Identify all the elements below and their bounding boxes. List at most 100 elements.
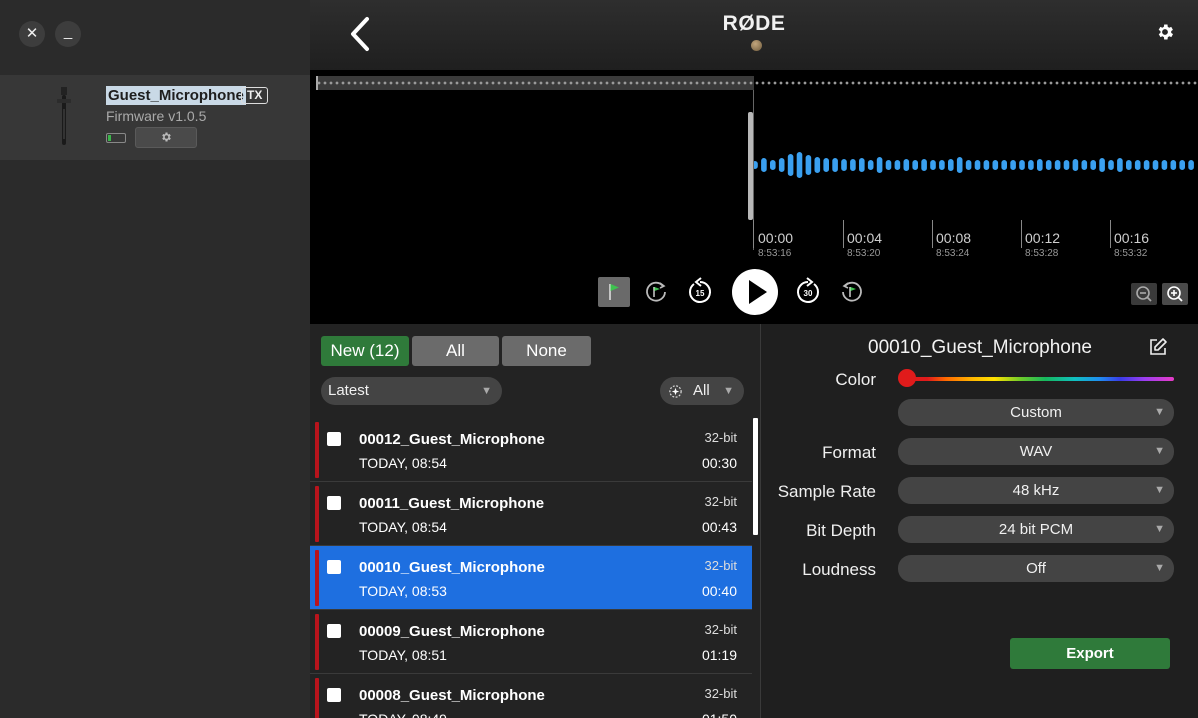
zoom-out-button[interactable] (1131, 283, 1157, 305)
waveform-bar (1081, 160, 1088, 170)
tick-time: 00:04 (847, 230, 883, 246)
rode-logo: RØDE (722, 12, 786, 35)
waveform-bar (1063, 160, 1070, 170)
recording-name: 00012_Guest_Microphone (359, 431, 545, 448)
microphone-device-image (57, 87, 71, 145)
tick-time: 00:16 (1114, 230, 1150, 246)
color-tag (315, 486, 319, 542)
waveform-bar (1117, 158, 1123, 172)
color-select[interactable]: Custom ▼ (898, 399, 1174, 426)
flag-icon (609, 284, 619, 300)
loudness-value: Off (1026, 560, 1046, 577)
tick-clock: 8:53:28 (1025, 248, 1059, 259)
waveform-bar (948, 159, 954, 171)
color-slider[interactable] (906, 377, 1174, 381)
firmware-version: Firmware v1.0.5 (106, 108, 207, 124)
sample-rate-select[interactable]: 48 kHz ▼ (898, 477, 1174, 504)
bit-depth-value: 24 bit PCM (998, 521, 1074, 538)
filter-new-button[interactable]: New (12) (321, 336, 409, 366)
bit-depth-label: Bit Depth (806, 521, 876, 540)
waveform-bar (1152, 160, 1159, 170)
recording-name: 00008_Guest_Microphone (359, 687, 545, 704)
gear-icon[interactable] (1155, 22, 1175, 42)
recording-duration: 01:50 (702, 711, 737, 718)
recording-bit-depth: 32-bit (704, 622, 737, 637)
skip-back-15-icon[interactable]: 15 (685, 277, 715, 307)
recording-duration: 00:40 (701, 583, 737, 599)
previous-marker-icon[interactable] (643, 279, 669, 305)
edit-icon[interactable] (1148, 337, 1168, 357)
waveform-bar (1108, 160, 1114, 170)
playhead-handle[interactable] (748, 112, 753, 220)
caret-down-icon: ▼ (1154, 484, 1165, 496)
minimize-window-button[interactable]: _ (55, 21, 81, 47)
skip-forward-label: 30 (804, 289, 813, 298)
device-item[interactable]: Guest_Microphone TX Firmware v1.0.5 (0, 75, 310, 160)
sample-rate-value: 48 kHz (1012, 482, 1060, 499)
skip-back-label: 15 (696, 289, 705, 298)
export-button[interactable]: Export (1010, 638, 1170, 669)
recording-name: 00010_Guest_Microphone (359, 559, 545, 576)
color-slider-knob[interactable] (898, 369, 916, 387)
bit-depth-select[interactable]: 24 bit PCM ▼ (898, 516, 1174, 543)
recording-row[interactable]: 00008_Guest_Microphone TODAY, 08:49 32-bit… (310, 674, 752, 718)
waveform-bar (770, 160, 776, 170)
recordings-list: 00012_Guest_Microphone TODAY, 08:54 32-bit… (310, 418, 752, 718)
caret-down-icon: ▼ (1154, 406, 1165, 418)
waveform-bar (885, 160, 892, 170)
close-icon: ✕ (25, 25, 39, 42)
skip-forward-30-icon[interactable]: 30 (793, 277, 823, 307)
sort-dropdown[interactable]: Latest ▼ (321, 377, 502, 405)
caret-down-icon: ▼ (1154, 445, 1165, 457)
sort-value: Latest (328, 382, 369, 399)
device-settings-button[interactable] (135, 127, 197, 148)
list-scrollbar[interactable] (753, 418, 758, 535)
color-label: Color (835, 370, 876, 389)
add-marker-button[interactable] (598, 277, 630, 307)
row-checkbox[interactable] (327, 560, 341, 574)
row-checkbox[interactable] (327, 688, 341, 702)
row-checkbox[interactable] (327, 496, 341, 510)
battery-icon (106, 133, 126, 143)
recording-row[interactable]: 00010_Guest_Microphone TODAY, 08:53 32-bit… (310, 546, 752, 610)
timeline-tick (843, 220, 844, 248)
waveform-bar (850, 159, 856, 171)
row-checkbox[interactable] (327, 432, 341, 446)
device-name[interactable]: Guest_Microphone (106, 86, 246, 105)
caret-down-icon: ▼ (1154, 562, 1165, 574)
zoom-in-button[interactable] (1162, 283, 1188, 305)
waveform-bar (859, 158, 865, 172)
loudness-label: Loudness (802, 560, 876, 579)
waveform-bar (841, 159, 847, 171)
waveform-bar (1028, 160, 1034, 170)
recording-date: TODAY, 08:54 (359, 455, 447, 471)
waveform-bar (1090, 160, 1096, 170)
waveform-bar (1188, 160, 1194, 170)
waveform-bar (1126, 160, 1132, 170)
format-value: WAV (1019, 443, 1053, 460)
tick-clock: 8:53:16 (758, 248, 792, 259)
next-marker-icon[interactable] (839, 279, 865, 305)
row-checkbox[interactable] (327, 624, 341, 638)
play-button[interactable] (732, 269, 778, 315)
waveform-bar (1179, 160, 1185, 170)
recording-row[interactable]: 00009_Guest_Microphone TODAY, 08:51 32-bit… (310, 610, 752, 674)
close-window-button[interactable]: ✕ (19, 21, 45, 47)
waveform-bar (796, 152, 803, 178)
select-none-button[interactable]: None (502, 336, 591, 366)
waveform-panel[interactable]: 00:00 8:53:16 00:04 8:53:20 00:08 8:53:2… (310, 70, 1198, 324)
select-all-button[interactable]: All (412, 336, 499, 366)
zoom-out-icon (1136, 286, 1152, 302)
loudness-select[interactable]: Off ▼ (898, 555, 1174, 582)
timeline-tick (753, 220, 754, 248)
waveform-bar (867, 160, 874, 170)
recording-row[interactable]: 00011_Guest_Microphone TODAY, 08:54 32-bit… (310, 482, 752, 546)
waveform-bar (823, 158, 829, 172)
minimize-icon: _ (63, 23, 73, 40)
waveform-bar (1170, 160, 1177, 170)
format-select[interactable]: WAV ▼ (898, 438, 1174, 465)
timeline-tick (1110, 220, 1111, 248)
source-filter-dropdown[interactable]: All ▼ (660, 377, 744, 405)
waveform-bar (761, 158, 767, 172)
recording-row[interactable]: 00012_Guest_Microphone TODAY, 08:54 32-bit… (310, 418, 752, 482)
